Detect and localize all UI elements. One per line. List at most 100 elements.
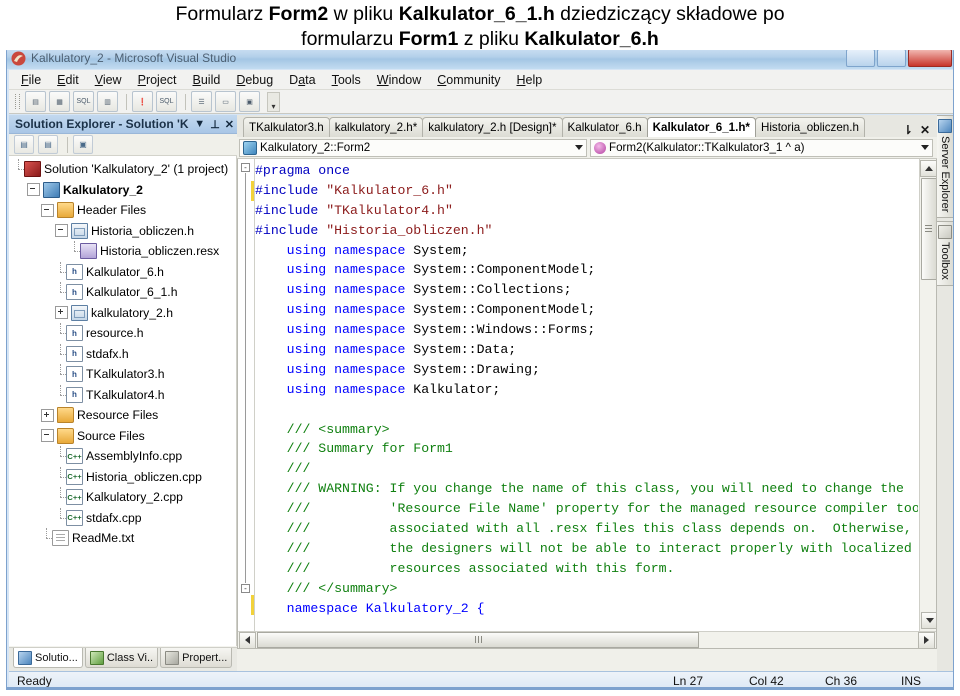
menu-item-debug[interactable]: Debug xyxy=(236,73,273,87)
class-icon xyxy=(243,140,257,155)
dock-tab-properties[interactable]: Propert... xyxy=(160,648,233,668)
code-token: System::ComponentModel; xyxy=(413,262,596,278)
code-token: using namespace xyxy=(286,361,414,377)
tree-item[interactable]: h stdafx.h xyxy=(9,343,236,365)
tree-item-label: AssemblyInfo.cpp xyxy=(86,449,183,464)
tree-item[interactable]: Source Files xyxy=(9,426,236,447)
tree-item[interactable]: kalkulatory_2.h xyxy=(9,303,236,324)
horizontal-scroll-thumb[interactable] xyxy=(257,632,699,648)
type-navigation-dropdown[interactable]: Kalkulatory_2::Form2 xyxy=(239,138,587,157)
verify-sql-icon[interactable]: SQL xyxy=(156,91,177,112)
solution-tree[interactable]: Solution 'Kalkulatory_2' (1 project) Kalk… xyxy=(9,156,237,646)
tree-item[interactable]: Kalkulatory_2 xyxy=(9,180,236,201)
code-text[interactable]: #pragma once #include "Kalkulator_6.h" #in… xyxy=(255,161,918,631)
tree-item[interactable]: Historia_obliczen.h xyxy=(9,221,236,242)
panel-close-icon[interactable]: ✕ xyxy=(225,118,234,131)
document-tab-historia-obliczen[interactable]: Historia_obliczen.h xyxy=(754,117,865,137)
document-tab-kalkulator6[interactable]: Kalkulator_6.h xyxy=(561,117,648,137)
document-tab-kalkulatory2-h[interactable]: kalkulatory_2.h* xyxy=(328,117,424,137)
document-tab-label: Historia_obliczen.h xyxy=(760,121,859,134)
panel-dropdown-chevron-down-icon[interactable]: ▼ xyxy=(194,118,205,130)
code-line: #pragma once xyxy=(255,161,918,181)
tree-item[interactable]: Solution 'Kalkulatory_2' (1 project) xyxy=(9,159,236,180)
fold-collapse-icon[interactable]: - xyxy=(241,584,250,593)
show-all-files-icon[interactable]: ▤ xyxy=(38,135,58,154)
member-navigation-dropdown[interactable]: Form2(Kalkulator::TKalkulator3_1 ^ a) xyxy=(590,138,933,157)
scroll-down-arrow-icon[interactable] xyxy=(921,612,936,629)
tree-item[interactable]: Resource Files xyxy=(9,405,236,426)
toolbar-grip[interactable] xyxy=(15,94,20,109)
tree-collapse-icon[interactable] xyxy=(41,203,54,217)
tree-connector xyxy=(55,507,66,528)
document-tab-kalkulator6-1[interactable]: Kalkulator_6_1.h* xyxy=(646,117,756,137)
table-icon[interactable]: ▦ xyxy=(49,91,70,112)
menu-item-build[interactable]: Build xyxy=(193,73,221,87)
tree-item[interactable]: C++ Historia_obliczen.cpp xyxy=(9,466,236,488)
menu-item-project[interactable]: Project xyxy=(138,73,177,87)
tree-item[interactable]: h Kalkulator_6.h xyxy=(9,261,236,283)
dock-tab-solution-explorer[interactable]: Solutio... xyxy=(13,648,83,668)
document-tab-tkalkulator3[interactable]: TKalkulator3.h xyxy=(243,117,330,137)
toolbar-overflow-chevron-down-icon[interactable]: ▾ xyxy=(267,91,280,112)
panel-pin-icon[interactable]: ⊥ xyxy=(210,118,220,131)
new-query-icon[interactable]: ▤ xyxy=(25,91,46,112)
chevron-down-icon xyxy=(575,145,583,150)
tree-item[interactable]: Header Files xyxy=(9,200,236,221)
database-icon[interactable]: ▥ xyxy=(97,91,118,112)
tree-expand-icon[interactable] xyxy=(41,408,54,422)
document-tab-kalkulatory2-design[interactable]: kalkulatory_2.h [Design]* xyxy=(422,117,563,137)
tree-item[interactable]: h TKalkulator3.h xyxy=(9,364,236,385)
tree-collapse-icon[interactable] xyxy=(27,183,40,197)
page-title-line-2: formularzu Form1 z pliku Kalkulator_6.h xyxy=(0,27,960,52)
editor-margin[interactable]: - - xyxy=(238,159,255,648)
tab-server-explorer[interactable]: Server Explorer xyxy=(937,115,953,219)
tab-close-icon[interactable]: ✕ xyxy=(920,123,930,137)
tree-item[interactable]: C++ AssemblyInfo.cpp xyxy=(9,446,236,467)
tree-item[interactable]: ReadMe.txt xyxy=(9,528,236,549)
tree-item[interactable]: h Kalkulator_6_1.h xyxy=(9,282,236,303)
scroll-right-arrow-icon[interactable] xyxy=(918,631,935,648)
header-icon: h xyxy=(66,386,83,403)
menu-item-tools[interactable]: Tools xyxy=(332,73,361,87)
menu-item-window[interactable]: Window xyxy=(377,73,421,87)
editor-vertical-scrollbar[interactable] xyxy=(919,159,936,631)
fold-collapse-icon[interactable]: - xyxy=(241,163,250,172)
dock-tab-class-view[interactable]: Class Vi.. xyxy=(84,648,159,668)
tree-collapse-icon[interactable] xyxy=(41,429,54,443)
menu-item-view[interactable]: View xyxy=(95,73,122,87)
properties-page-icon[interactable]: ▤ xyxy=(14,135,34,154)
menu-item-help[interactable]: Help xyxy=(516,73,542,87)
tree-expand-icon[interactable] xyxy=(55,306,68,320)
outline-icon[interactable]: ☰ xyxy=(191,91,212,112)
sql-icon[interactable]: SQL xyxy=(73,91,94,112)
form-icon[interactable]: ▣ xyxy=(239,91,260,112)
view-code-icon[interactable]: ▣ xyxy=(73,135,93,154)
editor-horizontal-scrollbar[interactable] xyxy=(238,631,936,648)
title-bold-form1: Form1 xyxy=(398,28,459,50)
tree-item-label: Kalkulatory_2.cpp xyxy=(86,490,183,505)
scroll-up-arrow-icon[interactable] xyxy=(920,160,936,177)
menu-item-edit[interactable]: Edit xyxy=(57,73,79,87)
tree-item[interactable]: C++ Kalkulatory_2.cpp xyxy=(9,487,236,508)
tree-item[interactable]: h TKalkulator4.h xyxy=(9,384,236,406)
scroll-left-arrow-icon[interactable] xyxy=(239,631,256,648)
properties-icon[interactable]: ▭ xyxy=(215,91,236,112)
tree-item[interactable]: h resource.h xyxy=(9,323,236,344)
code-token: "TKalkulator4.h" xyxy=(326,202,453,218)
properties-icon xyxy=(165,650,180,665)
code-token: using namespace xyxy=(286,322,414,338)
menu-item-data[interactable]: Data xyxy=(289,73,315,87)
tab-toolbox[interactable]: Toolbox xyxy=(937,221,953,287)
tree-item-label: ReadMe.txt xyxy=(72,531,135,546)
vertical-scroll-thumb[interactable] xyxy=(921,178,936,280)
code-editor[interactable]: - - #pragma once #include "Kalkulator_6.h… xyxy=(237,159,937,649)
tab-list-chevron-down-icon[interactable]: ⇂ xyxy=(903,123,913,137)
execute-icon[interactable]: ❗ xyxy=(132,91,153,112)
menu-item-community[interactable]: Community xyxy=(437,73,500,87)
menu-item-file[interactable]: File xyxy=(21,73,41,87)
tree-item[interactable]: Historia_obliczen.resx xyxy=(9,241,236,262)
tree-collapse-icon[interactable] xyxy=(55,224,68,238)
tree-item[interactable]: C++ stdafx.cpp xyxy=(9,507,236,529)
tree-item-label: TKalkulator3.h xyxy=(86,367,165,382)
